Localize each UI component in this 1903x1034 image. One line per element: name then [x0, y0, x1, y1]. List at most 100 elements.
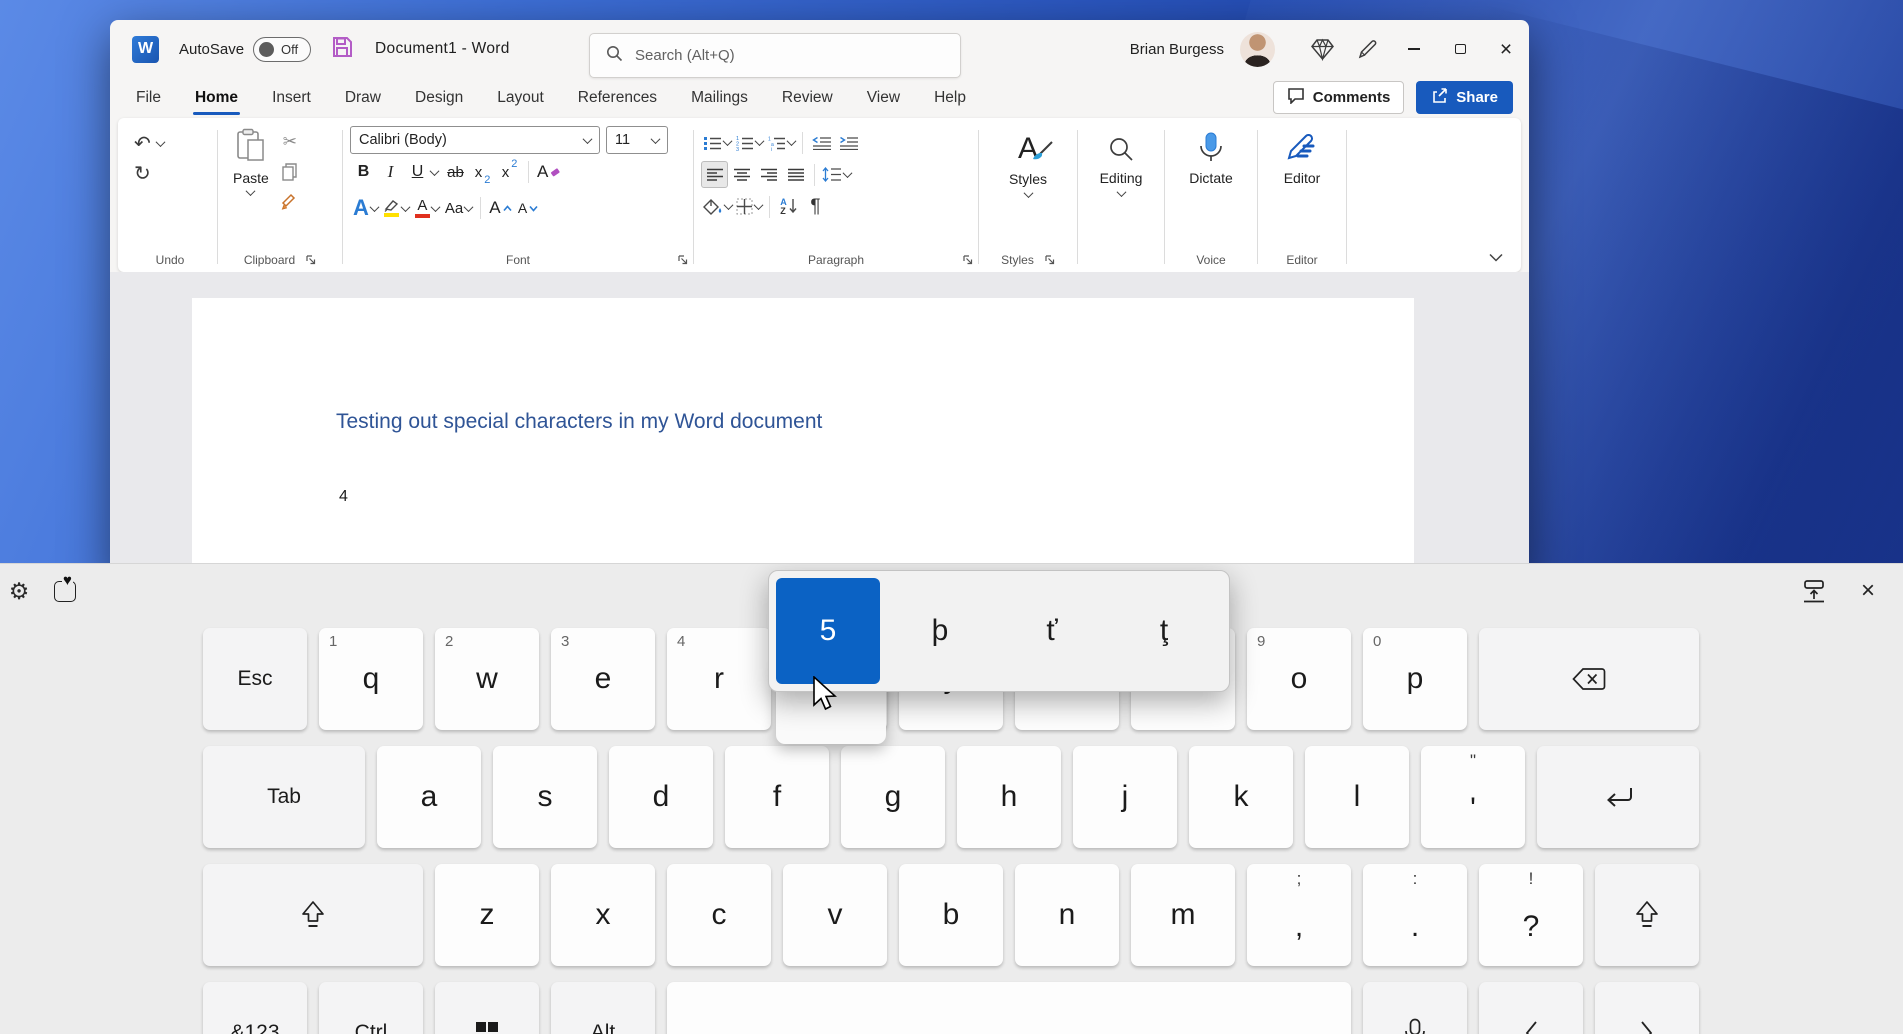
font-dialog-launcher[interactable]	[677, 254, 688, 265]
grow-font-button[interactable]: A	[486, 194, 514, 222]
key-symbols[interactable]: &123	[203, 982, 307, 1034]
subscript-button[interactable]: x2	[469, 158, 496, 186]
editor-button[interactable]: Editor	[1272, 124, 1333, 247]
multilevel-list-button[interactable]: 1ai	[765, 129, 797, 156]
borders-button[interactable]	[734, 193, 764, 220]
styles-button[interactable]: A Styles	[997, 124, 1059, 247]
shading-button[interactable]	[701, 193, 734, 220]
cut-button[interactable]: ✂	[281, 130, 299, 154]
key-c[interactable]: c	[667, 864, 771, 966]
tab-draw[interactable]: Draw	[343, 83, 383, 113]
increase-indent-button[interactable]	[835, 129, 862, 156]
tab-design[interactable]: Design	[413, 83, 465, 113]
key-k[interactable]: k	[1189, 746, 1293, 848]
minimize-button[interactable]	[1391, 20, 1437, 78]
key-n[interactable]: n	[1015, 864, 1119, 966]
styles-dialog-launcher[interactable]	[1044, 254, 1055, 265]
key-j[interactable]: j	[1073, 746, 1177, 848]
key-m[interactable]: m	[1131, 864, 1235, 966]
show-formatting-button[interactable]: ¶	[802, 193, 829, 220]
tab-home[interactable]: Home	[193, 83, 240, 113]
key-enter[interactable]	[1537, 746, 1699, 848]
highlight-button[interactable]	[381, 194, 412, 222]
keyboard-close-button[interactable]: ×	[1851, 576, 1885, 606]
popup-option-4[interactable]: ţ	[1112, 578, 1216, 684]
tab-review[interactable]: Review	[780, 83, 835, 113]
collapse-ribbon-chevron[interactable]	[1489, 253, 1503, 262]
editing-button[interactable]: Editing	[1088, 124, 1155, 247]
keyboard-settings-button[interactable]: ⚙	[2, 576, 36, 606]
search-box[interactable]: Search (Alt+Q)	[589, 33, 961, 78]
copy-button[interactable]	[281, 160, 299, 184]
key-v[interactable]: v	[783, 864, 887, 966]
sort-button[interactable]: AZ	[775, 193, 802, 220]
shrink-font-button[interactable]: A	[515, 194, 542, 222]
paste-button[interactable]: Paste	[225, 124, 277, 247]
line-spacing-button[interactable]	[820, 161, 853, 188]
key-windows[interactable]	[435, 982, 539, 1034]
diamond-icon[interactable]	[1299, 20, 1345, 78]
popup-option-2[interactable]: þ	[888, 578, 992, 684]
underline-button[interactable]: U	[404, 158, 431, 186]
key-microphone[interactable]	[1363, 982, 1467, 1034]
user-avatar[interactable]	[1240, 32, 1275, 67]
clear-formatting-button[interactable]: A	[534, 158, 563, 186]
user-name[interactable]: Brian Burgess	[1130, 41, 1224, 58]
key-g[interactable]: g	[841, 746, 945, 848]
key-backspace[interactable]	[1479, 628, 1699, 730]
key-alt[interactable]: Alt	[551, 982, 655, 1034]
key-question[interactable]: !?	[1479, 864, 1583, 966]
emoji-panel-button[interactable]: ♥	[48, 576, 82, 606]
key-s[interactable]: s	[493, 746, 597, 848]
popup-option-3[interactable]: ť	[1000, 578, 1104, 684]
tab-help[interactable]: Help	[932, 83, 968, 113]
align-left-button[interactable]	[701, 161, 728, 188]
comments-button[interactable]: Comments	[1273, 81, 1405, 114]
clipboard-dialog-launcher[interactable]	[305, 254, 316, 265]
undo-button[interactable]: ↶	[130, 128, 210, 158]
maximize-button[interactable]	[1437, 20, 1483, 78]
key-l[interactable]: l	[1305, 746, 1409, 848]
key-o[interactable]: 9o	[1247, 628, 1351, 730]
key-h[interactable]: h	[957, 746, 1061, 848]
key-x[interactable]: x	[551, 864, 655, 966]
strikethrough-button[interactable]: ab	[442, 158, 469, 186]
key-d[interactable]: d	[609, 746, 713, 848]
key-shift-right[interactable]	[1595, 864, 1699, 966]
tab-layout[interactable]: Layout	[495, 83, 546, 113]
key-ctrl[interactable]: Ctrl	[319, 982, 423, 1034]
key-b[interactable]: b	[899, 864, 1003, 966]
align-center-button[interactable]	[728, 161, 755, 188]
key-e[interactable]: 3e	[551, 628, 655, 730]
tab-mailings[interactable]: Mailings	[689, 83, 750, 113]
dictate-button[interactable]: Dictate	[1177, 124, 1245, 247]
text-effects-button[interactable]: A	[350, 194, 381, 222]
key-comma[interactable]: ;,	[1247, 864, 1351, 966]
italic-button[interactable]: I	[377, 158, 404, 186]
align-right-button[interactable]	[755, 161, 782, 188]
key-space[interactable]	[667, 982, 1351, 1034]
key-r[interactable]: 4r	[667, 628, 771, 730]
bold-button[interactable]: B	[350, 158, 377, 186]
tab-view[interactable]: View	[865, 83, 902, 113]
tab-insert[interactable]: Insert	[270, 83, 313, 113]
font-name-combobox[interactable]: Calibri (Body)	[350, 126, 600, 154]
document-page[interactable]: Testing out special characters in my Wor…	[192, 298, 1414, 580]
format-painter-button[interactable]	[281, 190, 299, 214]
font-color-button[interactable]: A	[412, 194, 442, 222]
key-esc[interactable]: Esc	[203, 628, 307, 730]
key-q[interactable]: 1q	[319, 628, 423, 730]
key-shift-left[interactable]	[203, 864, 423, 966]
autosave-control[interactable]: AutoSave Off	[179, 37, 311, 62]
key-period[interactable]: :.	[1363, 864, 1467, 966]
superscript-button[interactable]: x2	[496, 158, 523, 186]
save-icon[interactable]	[331, 36, 353, 63]
draw-pen-icon[interactable]	[1345, 20, 1391, 78]
key-z[interactable]: z	[435, 864, 539, 966]
tab-references[interactable]: References	[576, 83, 659, 113]
font-size-combobox[interactable]: 11	[606, 126, 668, 154]
popup-option-1-selected[interactable]: 5	[776, 578, 880, 684]
close-button[interactable]: ×	[1483, 20, 1529, 78]
redo-button[interactable]: ↻	[130, 158, 210, 188]
bullets-button[interactable]	[701, 129, 733, 156]
